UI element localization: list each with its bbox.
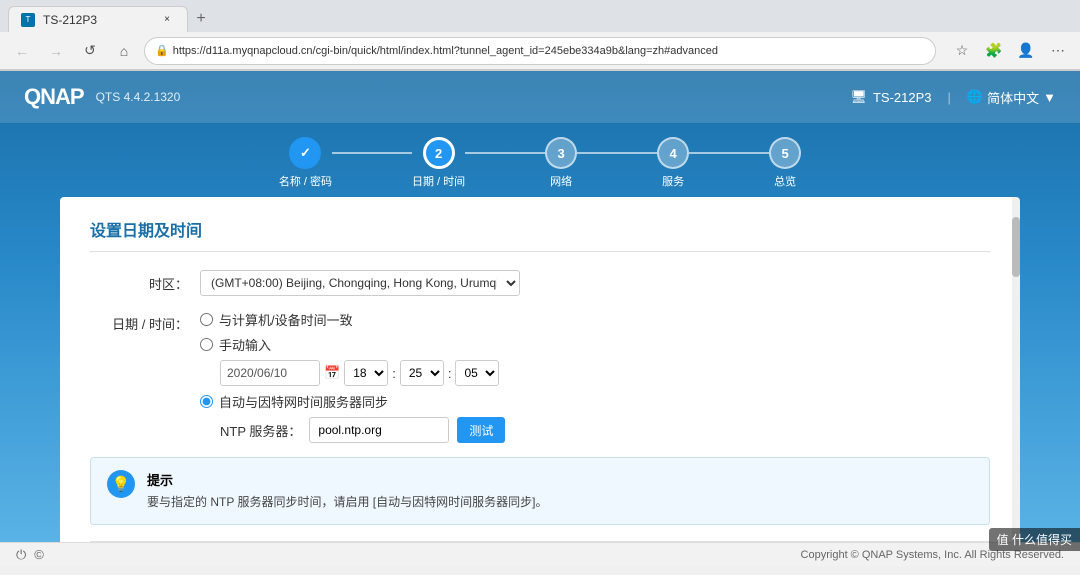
colon-1: : — [392, 366, 396, 381]
timezone-row: 时区： (GMT+08:00) Beijing, Chongqing, Hong… — [90, 270, 990, 296]
step-1-circle: ✓ — [289, 137, 321, 169]
home-button[interactable]: ⌂ — [110, 37, 138, 65]
back-button[interactable]: ← — [8, 37, 36, 65]
step-3: 3 网络 — [545, 137, 577, 189]
colon-2: : — [448, 366, 452, 381]
tab-title: TS-212P3 — [43, 13, 97, 27]
manual-label: 手动输入 — [219, 335, 271, 354]
step-2-circle: 2 — [423, 137, 455, 169]
date-time-row: 日期 / 时间： 与计算机/设备时间一致 手动输入 📅 18 — [90, 310, 990, 443]
extensions-button[interactable]: 🧩 — [980, 37, 1008, 65]
qnap-header: QNAP QTS 4.4.2.1320 🖥 TS-212P3 | 🌐 简体中文 … — [0, 71, 1080, 123]
main-panel: 设置日期及时间 时区： (GMT+08:00) Beijing, Chongqi… — [60, 197, 1020, 542]
step-1-label: 名称 / 密码 — [279, 173, 332, 189]
form-footer: 取消 返回 下一步 — [90, 541, 990, 542]
tab-bar: T TS-212P3 × + — [0, 0, 1080, 32]
step-4: 4 服务 — [657, 137, 689, 189]
date-content: 与计算机/设备时间一致 手动输入 📅 18 : 25 — [200, 310, 990, 443]
test-button[interactable]: 测试 — [457, 417, 505, 443]
browser-chrome: T TS-212P3 × + ← → ↺ ⌂ 🔒 https://d11a.my… — [0, 0, 1080, 71]
step-3-circle: 3 — [545, 137, 577, 169]
timezone-label: 时区： — [90, 270, 200, 293]
radio-manual-input[interactable] — [200, 338, 213, 351]
copyright-icon: © — [34, 547, 44, 563]
menu-button[interactable]: ⋯ — [1044, 37, 1072, 65]
hint-title: 提示 — [147, 470, 547, 489]
bottom-left: ⏻ © — [16, 547, 44, 563]
device-icon: 🖥 — [850, 89, 867, 105]
step-4-label: 服务 — [662, 173, 684, 189]
ntp-sync-label: 自动与因特网时间服务器同步 — [219, 392, 388, 411]
radio-ntp: 自动与因特网时间服务器同步 — [200, 392, 990, 411]
date-label: 日期 / 时间： — [90, 310, 200, 333]
step-5: 5 总览 — [769, 137, 801, 189]
sync-computer-label: 与计算机/设备时间一致 — [219, 310, 353, 329]
lock-icon: 🔒 — [155, 44, 169, 57]
tab-favicon: T — [21, 13, 35, 27]
step-2: 2 日期 / 时间 — [412, 137, 465, 189]
steps-container: ✓ 名称 / 密码 2 日期 / 时间 3 网络 4 服务 — [279, 137, 801, 189]
hour-select[interactable]: 18 — [344, 360, 388, 386]
hint-icon: 💡 — [107, 470, 135, 498]
hint-text: 要与指定的 NTP 服务器同步时间，请启用 [自动与因特网时间服务器同步]。 — [147, 493, 547, 512]
timezone-select[interactable]: (GMT+08:00) Beijing, Chongqing, Hong Kon… — [200, 270, 520, 296]
step-line-2 — [465, 152, 545, 154]
browser-actions: ☆ 🧩 👤 ⋯ — [948, 37, 1072, 65]
device-info: 🖥 TS-212P3 — [850, 89, 931, 105]
tab-close-button[interactable]: × — [159, 12, 175, 28]
lang-arrow-icon: ▼ — [1043, 90, 1056, 105]
panel-title: 设置日期及时间 — [90, 217, 990, 252]
radio-manual: 手动输入 — [200, 335, 990, 354]
step-bar: ✓ 名称 / 密码 2 日期 / 时间 3 网络 4 服务 — [0, 123, 1080, 197]
radio-ntp-input[interactable] — [200, 395, 213, 408]
profile-button[interactable]: 👤 — [1012, 37, 1040, 65]
header-right: 🖥 TS-212P3 | 🌐 简体中文 ▼ — [850, 88, 1056, 107]
ntp-server-input[interactable] — [309, 417, 449, 443]
new-tab-button[interactable]: + — [188, 6, 214, 32]
browser-bottom: ⏻ © Copyright © QNAP Systems, Inc. All R… — [0, 542, 1080, 566]
logo-area: QNAP QTS 4.4.2.1320 — [24, 84, 180, 110]
step-1: ✓ 名称 / 密码 — [279, 137, 332, 189]
lang-icon: 🌐 — [967, 89, 983, 105]
language-selector[interactable]: 🌐 简体中文 ▼ — [967, 88, 1056, 107]
ntp-label: NTP 服务器： — [220, 421, 301, 440]
browser-tab[interactable]: T TS-212P3 × — [8, 6, 188, 32]
step-line-1 — [332, 152, 412, 154]
page-content: QNAP QTS 4.4.2.1320 🖥 TS-212P3 | 🌐 简体中文 … — [0, 71, 1080, 542]
refresh-button[interactable]: ↺ — [76, 37, 104, 65]
minute-select[interactable]: 25 — [400, 360, 444, 386]
watermark: 值 什么值得买 — [989, 528, 1080, 551]
calendar-icon: 📅 — [324, 365, 340, 381]
qnap-logo: QNAP — [24, 84, 84, 110]
step-5-circle: 5 — [769, 137, 801, 169]
ntp-row: NTP 服务器： 测试 — [220, 417, 990, 443]
hint-box: 💡 提示 要与指定的 NTP 服务器同步时间，请启用 [自动与因特网时间服务器同… — [90, 457, 990, 525]
radio-sync-computer-input[interactable] — [200, 313, 213, 326]
radio-sync-computer: 与计算机/设备时间一致 — [200, 310, 990, 329]
hint-content: 提示 要与指定的 NTP 服务器同步时间，请启用 [自动与因特网时间服务器同步]… — [147, 470, 547, 512]
address-bar: ← → ↺ ⌂ 🔒 https://d11a.myqnapcloud.cn/cg… — [0, 32, 1080, 70]
timezone-content: (GMT+08:00) Beijing, Chongqing, Hong Kon… — [200, 270, 990, 296]
device-name: TS-212P3 — [873, 90, 932, 105]
url-field[interactable]: 🔒 https://d11a.myqnapcloud.cn/cgi-bin/qu… — [144, 37, 936, 65]
step-2-label: 日期 / 时间 — [412, 173, 465, 189]
forward-button[interactable]: → — [42, 37, 70, 65]
step-5-label: 总览 — [774, 173, 796, 189]
language-text: 简体中文 — [987, 88, 1039, 107]
url-text: https://d11a.myqnapcloud.cn/cgi-bin/quic… — [173, 45, 718, 57]
power-icon[interactable]: ⏻ — [16, 547, 26, 563]
date-inputs-row: 📅 18 : 25 : 05 — [220, 360, 990, 386]
step-4-circle: 4 — [657, 137, 689, 169]
star-button[interactable]: ☆ — [948, 37, 976, 65]
header-divider: | — [948, 90, 951, 105]
qnap-version: QTS 4.4.2.1320 — [96, 90, 181, 104]
step-line-3 — [577, 152, 657, 154]
scrollbar[interactable] — [1012, 197, 1020, 542]
date-input[interactable] — [220, 360, 320, 386]
scrollbar-thumb[interactable] — [1012, 217, 1020, 277]
second-select[interactable]: 05 — [455, 360, 499, 386]
step-3-label: 网络 — [550, 173, 572, 189]
step-line-4 — [689, 152, 769, 154]
